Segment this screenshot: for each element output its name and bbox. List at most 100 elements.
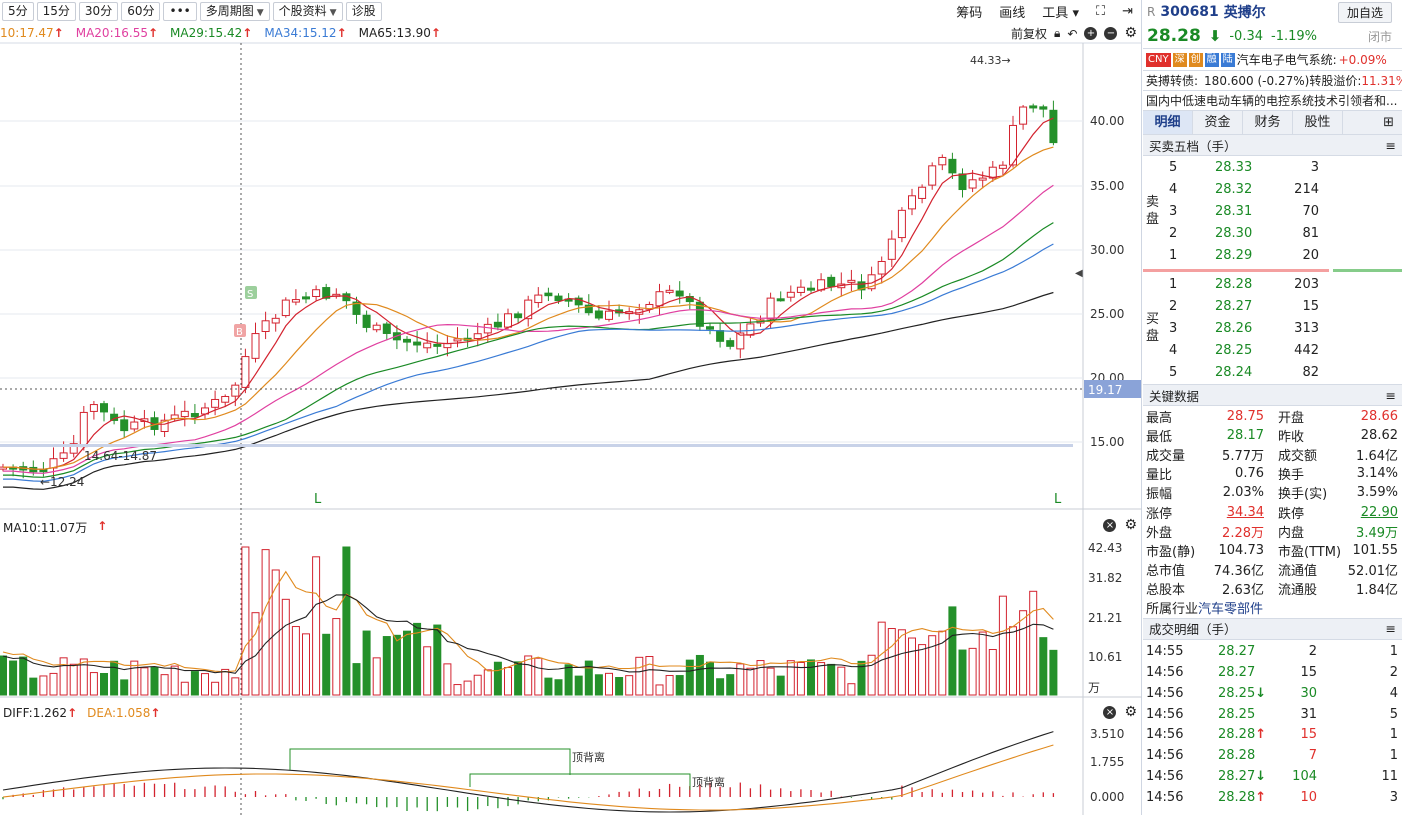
volume-tick: 31.82 <box>1088 571 1122 585</box>
candle-body <box>392 332 401 341</box>
candle-body <box>817 279 826 291</box>
volume-bar <box>685 659 694 696</box>
book-row[interactable]: 2 28.30 81 <box>1143 222 1402 244</box>
period-button-0[interactable]: 5分 <box>2 2 34 21</box>
toolbar-right-2[interactable]: 工具 ▾ <box>1042 2 1079 21</box>
candle-body <box>19 466 28 471</box>
chart-area[interactable]: 5分 15分 30分 60分 ••• 多周期图 ▼ 个股资料 ▼ 诊股 筹码 画线 工具 ▾ ⛶ ⇥ 10… <box>0 0 1142 815</box>
volume-bar <box>514 661 523 696</box>
candle-body <box>827 276 836 288</box>
trade-row: 14:56 28.25 31 5 <box>1146 706 1398 722</box>
volume-legend: MA10:11.07万 ↑ <box>3 519 108 535</box>
settings-gear-icon[interactable]: ⚙ <box>1124 26 1137 40</box>
volume-bar <box>150 666 159 696</box>
toolbar-right-1[interactable]: 画线 <box>999 2 1025 21</box>
add-watchlist-button[interactable]: 加自选 <box>1337 2 1392 23</box>
volume-bar <box>221 668 230 696</box>
volume-tick: 21.21 <box>1088 611 1122 625</box>
layout-icon[interactable]: ⊞ <box>1383 111 1402 134</box>
book-row[interactable]: 5 28.24 82 <box>1143 361 1402 383</box>
lock-icon[interactable]: 🔒︎ <box>1054 26 1060 41</box>
volume-bar <box>443 663 452 696</box>
book-row[interactable]: 1 28.29 20 <box>1143 244 1402 266</box>
sector-link[interactable]: 汽车电子电气系统: <box>1237 51 1337 68</box>
volume-bar <box>736 663 745 696</box>
industry-link[interactable]: 汽车零部件 <box>1198 598 1263 617</box>
menu-icon[interactable]: ≡ <box>1386 388 1396 403</box>
book-row[interactable]: 3 28.31 70 <box>1143 200 1402 222</box>
candle-body <box>433 343 442 347</box>
toolbar-right-0[interactable]: 筹码 <box>956 2 982 21</box>
candle-body <box>170 414 179 420</box>
settings-gear-icon[interactable]: ⚙ <box>1124 518 1137 532</box>
collapse-icon[interactable]: ⇥ <box>1122 4 1133 19</box>
trade-row: 14:56 28.28↑ 10 3 <box>1146 790 1398 806</box>
candle-body <box>736 332 745 350</box>
tab-2[interactable]: 财务 <box>1243 111 1293 134</box>
candle-body <box>918 186 927 199</box>
candle-body <box>69 443 78 454</box>
candle-body <box>130 421 139 430</box>
divergence-bracket <box>469 773 691 790</box>
volume-bar <box>877 621 886 696</box>
period-button-2[interactable]: 30分 <box>78 2 119 21</box>
period-button-1[interactable]: 15分 <box>36 2 76 21</box>
tab-1[interactable]: 资金 <box>1193 111 1243 134</box>
candle-body <box>281 299 290 317</box>
adjust-label[interactable]: 前复权 <box>1011 25 1047 42</box>
period-button-3[interactable]: 60分 <box>121 2 161 21</box>
tab-0[interactable]: 明细 <box>1143 111 1193 134</box>
candle-body <box>352 301 361 315</box>
book-row[interactable]: 4 28.32 214 <box>1143 178 1402 200</box>
candle-body <box>89 404 98 412</box>
volume-tick: 万 <box>1088 681 1100 695</box>
book-row[interactable]: 5 28.33 3 <box>1143 156 1402 178</box>
volume-bar <box>584 660 593 696</box>
book-row[interactable]: 2 28.27 15 <box>1143 295 1402 317</box>
zoom-in-icon[interactable]: + <box>1084 27 1098 40</box>
crosshair-price-tag <box>1084 380 1141 398</box>
candle-body <box>100 403 108 413</box>
ma-legend-item: 10:17.47↑ <box>0 26 64 40</box>
zoom-out-icon[interactable]: − <box>1104 27 1118 40</box>
sell-book: 卖盘 5 28.33 3 4 28.32 214 3 28.31 70 2 28.30 81 1 28.29… <box>1143 156 1402 267</box>
quote-panel: R 300681 英搏尔 加自选 28.28 ⬇ -0.34 -1.19% 闭市 C… <box>1143 0 1402 815</box>
close-icon[interactable]: × <box>1103 706 1117 719</box>
keydata-row: 最高 28.75 开盘 28.66 <box>1146 409 1398 427</box>
candle-body <box>605 310 613 320</box>
candle-body <box>221 395 230 403</box>
tab-3[interactable]: 股性 <box>1293 111 1343 134</box>
candle-body <box>534 294 543 304</box>
candle-body <box>786 291 795 298</box>
book-row[interactable]: 1 28.28 203 <box>1143 273 1402 295</box>
volume-bar <box>69 663 78 696</box>
menu-icon[interactable]: ≡ <box>1386 621 1396 636</box>
candle-body <box>554 295 563 302</box>
volume-bar <box>79 658 88 696</box>
candle-body <box>271 317 280 324</box>
stock-profile-dropdown[interactable]: 个股资料 ▼ <box>272 2 343 21</box>
macd-tick: 1.755 <box>1090 755 1124 769</box>
fullscreen-icon[interactable]: ⛶ <box>1096 4 1105 19</box>
trade-row: 14:55 28.27 2 1 <box>1146 643 1398 659</box>
diagnose-button[interactable]: 诊股 <box>345 2 382 21</box>
volume-bar <box>29 677 38 696</box>
candle-body <box>463 337 472 341</box>
undo-icon[interactable]: ↶ <box>1067 27 1077 41</box>
candle-body <box>190 413 199 418</box>
macd-tick: 3.510 <box>1090 727 1124 741</box>
book-row[interactable]: 4 28.25 442 <box>1143 339 1402 361</box>
volume-bar <box>352 663 361 696</box>
last-price: 28.28 <box>1147 26 1201 46</box>
ma-legend-item: MA20:16.55↑ <box>75 26 159 40</box>
multi-period-dropdown[interactable]: 多周期图 ▼ <box>199 2 270 21</box>
volume-bar <box>9 660 18 696</box>
close-icon[interactable]: × <box>1103 519 1117 532</box>
more-button[interactable]: ••• <box>163 2 197 21</box>
macd-legend: DIFF:1.262↑ DEA:1.058↑ <box>3 706 161 720</box>
settings-gear-icon[interactable]: ⚙ <box>1124 705 1137 719</box>
keydata-row: 外盘 2.28万 内盘 3.49万 <box>1146 525 1398 541</box>
book-row[interactable]: 3 28.26 313 <box>1143 317 1402 339</box>
menu-icon[interactable]: ≡ <box>1386 138 1396 153</box>
volume-bar <box>988 649 997 696</box>
